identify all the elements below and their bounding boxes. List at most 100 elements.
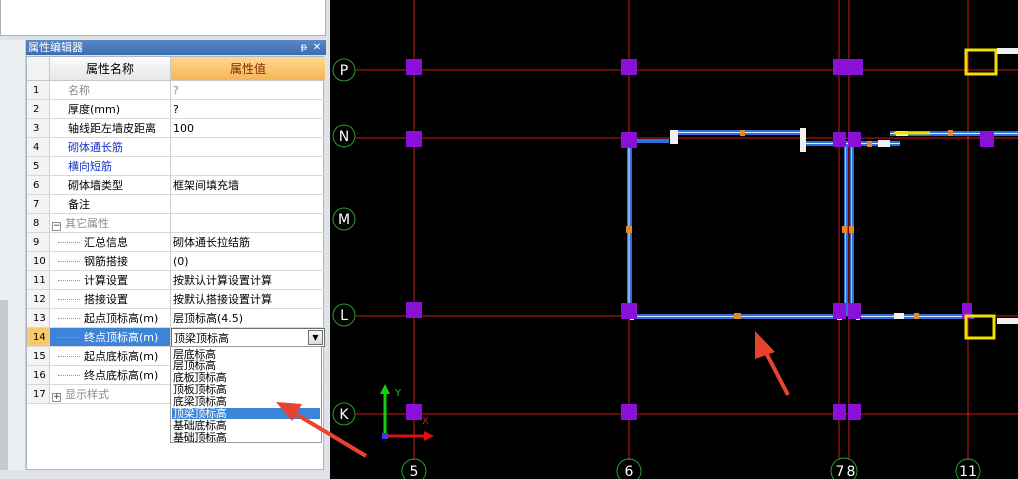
- highlight-frames: [894, 48, 998, 340]
- axis-label-6: 6: [625, 464, 634, 479]
- wall-detail-marks: [626, 130, 953, 319]
- row-axis-bubbles: P N M L K: [332, 58, 356, 426]
- table-row-selected[interactable]: 14 终点顶标高(m) 顶梁顶标高 ▼: [27, 328, 325, 347]
- wall-white-marks: [630, 128, 908, 320]
- property-value[interactable]: ?: [171, 100, 325, 119]
- axis-label-11: 11: [959, 464, 977, 479]
- property-name: 砌体通长筋: [50, 138, 171, 157]
- property-value[interactable]: [171, 138, 325, 157]
- property-name: 搭接设置: [50, 290, 171, 309]
- property-name: 厚度(mm): [50, 100, 171, 119]
- property-value[interactable]: ?: [171, 81, 325, 100]
- property-value[interactable]: 按默认计算设置计算: [171, 271, 325, 290]
- property-editor-titlebar: 属性编辑器 ᵽ ✕: [26, 40, 326, 55]
- row-number: 4: [27, 138, 50, 157]
- row-number: 17: [27, 385, 50, 404]
- dropdown-option-highlighted[interactable]: 顶梁顶标高: [172, 408, 320, 419]
- property-value[interactable]: 100: [171, 119, 325, 138]
- expand-icon[interactable]: +: [52, 393, 61, 402]
- property-name: 起点底标高(m): [50, 347, 171, 366]
- row-number: 15: [27, 347, 50, 366]
- axis-label-k: K: [339, 407, 349, 423]
- ucs-y-label: Y: [394, 388, 402, 399]
- property-name: 钢筋搭接: [50, 252, 171, 271]
- property-value[interactable]: (0): [171, 252, 325, 271]
- row-number: 6: [27, 176, 50, 195]
- row-number: 12: [27, 290, 50, 309]
- header-name[interactable]: 属性名称: [50, 57, 171, 81]
- row-number: 16: [27, 366, 50, 385]
- property-name: 计算设置: [50, 271, 171, 290]
- table-row[interactable]: 13 起点顶标高(m) 层顶标高(4.5): [27, 309, 325, 328]
- frame-white-marks: [997, 48, 1018, 324]
- table-row[interactable]: 11 计算设置 按默认计算设置计算: [27, 271, 325, 290]
- drawing-canvas[interactable]: P N M L K 5 6 7 8 11 Y X: [330, 0, 1018, 479]
- row-number: 9: [27, 233, 50, 252]
- property-group-other[interactable]: − 其它属性: [50, 214, 171, 233]
- property-name: 备注: [50, 195, 171, 214]
- property-value[interactable]: 按默认搭接设置计算: [171, 290, 325, 309]
- collapse-icon[interactable]: −: [52, 222, 61, 231]
- table-row[interactable]: 9 汇总信息 砌体通长拉结筋: [27, 233, 325, 252]
- property-group-display[interactable]: + 显示样式: [50, 385, 171, 404]
- property-value[interactable]: [171, 157, 325, 176]
- combobox-text: 顶梁顶标高: [174, 332, 229, 345]
- property-editor-title: 属性编辑器: [28, 41, 83, 54]
- row-number: 7: [27, 195, 50, 214]
- table-row[interactable]: 7 备注: [27, 195, 325, 214]
- grid-lines-vertical: [413, 0, 969, 460]
- axis-label-5: 5: [410, 464, 419, 479]
- dropdown-arrow-icon[interactable]: ▼: [308, 330, 323, 345]
- property-value[interactable]: 砌体通长拉结筋: [171, 233, 325, 252]
- property-name: 起点顶标高(m): [50, 309, 171, 328]
- property-name: 横向短筋: [50, 157, 171, 176]
- dropdown-option[interactable]: 基础顶标高: [173, 432, 227, 442]
- value-combobox[interactable]: 顶梁顶标高 ▼: [171, 328, 325, 347]
- property-value[interactable]: 框架间填充墙: [171, 176, 325, 195]
- table-row[interactable]: 3 轴线距左墙皮距离 100: [27, 119, 325, 138]
- component-list-area: [0, 0, 326, 36]
- drawing-svg[interactable]: P N M L K 5 6 7 8 11 Y X: [330, 0, 1018, 479]
- wall-segments[interactable]: [627, 130, 1018, 319]
- row-number: 8: [27, 214, 50, 233]
- table-row[interactable]: 8 − 其它属性: [27, 214, 325, 233]
- dropdown-list: 层底标高 层顶标高 底板顶标高 顶板顶标高 底梁顶标高 顶梁顶标高 基础底标高 …: [170, 346, 322, 443]
- row-number: 13: [27, 309, 50, 328]
- header-value[interactable]: 属性值: [171, 57, 325, 81]
- grid-lines-horizontal: [356, 69, 1018, 415]
- row-number: 10: [27, 252, 50, 271]
- row-number: 14: [27, 328, 50, 347]
- ucs-x-label: X: [422, 416, 429, 427]
- property-value[interactable]: [171, 195, 325, 214]
- property-name: 其它属性: [65, 217, 109, 230]
- table-row[interactable]: 4 砌体通长筋: [27, 138, 325, 157]
- dropdown-option[interactable]: 基础底标高: [173, 420, 227, 431]
- axis-label-n: N: [339, 129, 349, 145]
- dropdown-option[interactable]: 顶板顶标高: [173, 384, 227, 395]
- axis-label-l: L: [340, 308, 348, 324]
- table-row[interactable]: 10 钢筋搭接 (0): [27, 252, 325, 271]
- annotation-arrow-canvas: [755, 331, 790, 396]
- table-row[interactable]: 12 搭接设置 按默认搭接设置计算: [27, 290, 325, 309]
- dropdown-option[interactable]: 底梁顶标高: [173, 396, 227, 407]
- table-row[interactable]: 2 厚度(mm) ?: [27, 100, 325, 119]
- table-header: 属性名称 属性值: [27, 57, 325, 81]
- dropdown-option[interactable]: 层顶标高: [173, 360, 216, 371]
- pin-icon[interactable]: ᵽ: [298, 40, 310, 55]
- close-icon[interactable]: ✕: [311, 40, 323, 55]
- table-row[interactable]: 1 名称 ?: [27, 81, 325, 100]
- header-corner: [27, 57, 50, 81]
- table-row[interactable]: 6 砌体墙类型 框架间填充墙: [27, 176, 325, 195]
- table-row[interactable]: 5 横向短筋: [27, 157, 325, 176]
- axis-label-p: P: [340, 63, 348, 79]
- structural-columns[interactable]: [406, 59, 994, 420]
- axis-label-7: 7: [836, 464, 845, 479]
- row-number: 11: [27, 271, 50, 290]
- property-value[interactable]: 层顶标高(4.5): [171, 309, 325, 328]
- property-name: 砌体墙类型: [50, 176, 171, 195]
- row-number: 5: [27, 157, 50, 176]
- panel-scrollbar[interactable]: [0, 300, 8, 470]
- dropdown-option[interactable]: 底板顶标高: [173, 372, 227, 383]
- property-name: 轴线距左墙皮距离: [50, 119, 171, 138]
- row-number: 2: [27, 100, 50, 119]
